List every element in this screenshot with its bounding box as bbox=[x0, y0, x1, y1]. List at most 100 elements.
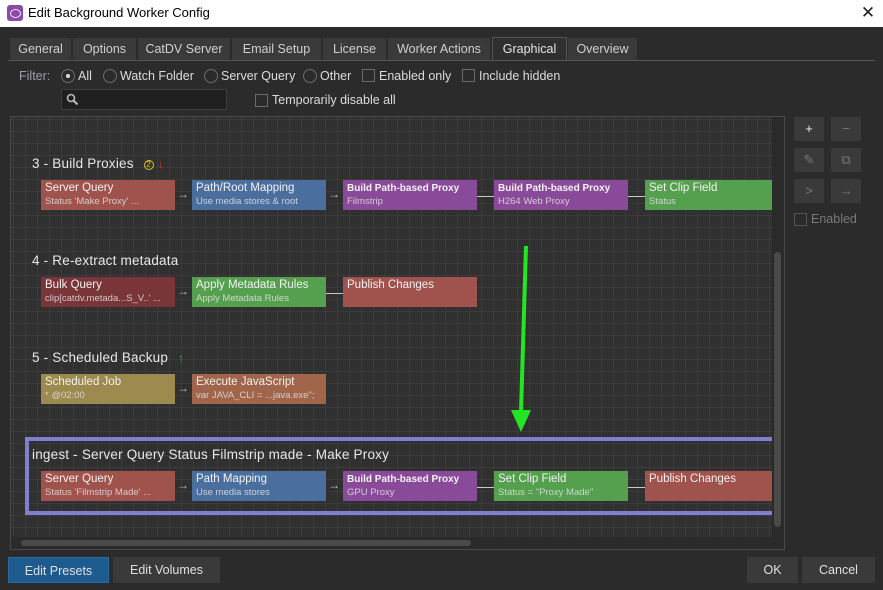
node-publish-changes[interactable]: Publish Changes bbox=[645, 471, 779, 501]
temporarily-disable-all-label[interactable]: Temporarily disable all bbox=[272, 93, 396, 107]
node-set-clip-field[interactable]: Set Clip Field Status bbox=[645, 180, 779, 210]
node-set-clip-field[interactable]: Set Clip Field Status = "Proxy Made" bbox=[494, 471, 628, 501]
workflow-title[interactable]: 4 - Re-extract metadata bbox=[32, 253, 178, 268]
search-input[interactable] bbox=[61, 89, 227, 110]
enabled-label: Enabled bbox=[811, 212, 857, 226]
node-path-root-mapping[interactable]: Path/Root Mapping Use media stores & roo… bbox=[192, 180, 326, 210]
filter-all-radio[interactable] bbox=[61, 69, 75, 83]
pencil-icon[interactable]: ✎ bbox=[794, 148, 824, 172]
edit-volumes-button[interactable]: Edit Volumes bbox=[113, 557, 220, 583]
node-bulk-query[interactable]: Bulk Query clip[catdv.metada...S_V..' ..… bbox=[41, 277, 175, 307]
ok-button[interactable]: OK bbox=[747, 557, 798, 583]
app-icon bbox=[7, 5, 23, 21]
connector-line bbox=[326, 293, 343, 294]
workflow-title[interactable]: 5 - Scheduled Backup ↑ bbox=[32, 350, 184, 365]
vertical-scroll-thumb[interactable] bbox=[774, 252, 781, 527]
node-title: Apply Metadata Rules bbox=[196, 279, 309, 291]
node-build-proxy-gpu[interactable]: Build Path-based Proxy GPU Proxy bbox=[343, 471, 477, 501]
node-title: Server Query bbox=[45, 473, 114, 485]
workflow-title[interactable]: ingest - Server Query Status Filmstrip m… bbox=[32, 447, 389, 462]
connector-line bbox=[477, 487, 494, 488]
workflow-canvas[interactable]: 3 - Build Proxies 2 ↓ Server Query Status … bbox=[10, 116, 785, 550]
minus-icon[interactable]: − bbox=[831, 117, 861, 141]
node-subtitle: Status 'Make Proxy' ... bbox=[45, 196, 139, 207]
workflow-title[interactable]: 3 - Build Proxies 2 ↓ bbox=[32, 156, 164, 171]
tab-overview[interactable]: Overview bbox=[568, 38, 638, 60]
node-publish-changes[interactable]: Publish Changes bbox=[343, 277, 477, 307]
node-subtitle: clip[catdv.metada...S_V..' ... bbox=[45, 293, 161, 304]
node-title: Publish Changes bbox=[649, 473, 736, 485]
tab-bar: General Options CatDV Server Email Setup… bbox=[0, 27, 883, 61]
window-title: Edit Background Worker Config bbox=[28, 5, 210, 20]
cancel-button[interactable]: Cancel bbox=[802, 557, 875, 583]
tab-graphical[interactable]: Graphical bbox=[492, 37, 567, 61]
filter-other-label[interactable]: Other bbox=[320, 69, 351, 83]
node-subtitle: Status = "Proxy Made" bbox=[498, 487, 594, 498]
filter-all-label[interactable]: All bbox=[78, 69, 92, 83]
node-title: Build Path-based Proxy bbox=[498, 183, 611, 194]
node-subtitle: GPU Proxy bbox=[347, 487, 395, 498]
tab-catdv-server[interactable]: CatDV Server bbox=[138, 38, 231, 60]
search-icon bbox=[66, 93, 79, 106]
node-subtitle: Status bbox=[649, 196, 676, 207]
node-title: Path/Root Mapping bbox=[196, 182, 295, 194]
node-title: Path Mapping bbox=[196, 473, 267, 485]
arrow-right-icon: → bbox=[177, 478, 189, 492]
node-title: Execute JavaScript bbox=[196, 376, 295, 388]
split-icon[interactable]: > bbox=[794, 179, 824, 203]
arrow-right-icon: → bbox=[328, 187, 340, 201]
horizontal-scrollbar[interactable] bbox=[11, 537, 784, 549]
vertical-scrollbar[interactable] bbox=[772, 117, 784, 537]
arrow-right-icon: → bbox=[177, 381, 189, 395]
tab-general[interactable]: General bbox=[10, 38, 72, 60]
node-execute-javascript[interactable]: Execute JavaScript var JAVA_CLI = ...jav… bbox=[192, 374, 326, 404]
include-hidden-label[interactable]: Include hidden bbox=[479, 69, 560, 83]
workflow-title-text: 4 - Re-extract metadata bbox=[32, 253, 179, 268]
tab-worker-actions[interactable]: Worker Actions bbox=[388, 38, 491, 60]
tab-email-setup[interactable]: Email Setup bbox=[232, 38, 322, 60]
horizontal-scroll-thumb[interactable] bbox=[21, 540, 471, 546]
workflow-title-text: ingest - Server Query Status Filmstrip m… bbox=[32, 447, 390, 462]
node-subtitle: Use media stores & root bbox=[196, 196, 298, 207]
node-title: Set Clip Field bbox=[498, 473, 567, 485]
temporarily-disable-all-checkbox[interactable] bbox=[255, 94, 268, 107]
filter-row: Filter: All Watch Folder Server Query Ot… bbox=[0, 66, 883, 86]
include-hidden-checkbox[interactable] bbox=[462, 69, 475, 82]
workflow-title-text: 3 - Build Proxies bbox=[32, 156, 134, 171]
filter-watch-folder-label[interactable]: Watch Folder bbox=[120, 69, 194, 83]
node-subtitle: Apply Metadata Rules bbox=[196, 293, 289, 304]
node-subtitle: Filmstrip bbox=[347, 196, 383, 207]
duplicate-icon[interactable]: ⧉ bbox=[831, 148, 861, 172]
enabled-only-label[interactable]: Enabled only bbox=[379, 69, 451, 83]
filter-server-query-label[interactable]: Server Query bbox=[221, 69, 295, 83]
node-apply-metadata-rules[interactable]: Apply Metadata Rules Apply Metadata Rule… bbox=[192, 277, 326, 307]
tab-license[interactable]: License bbox=[323, 38, 387, 60]
node-server-query[interactable]: Server Query Status 'Make Proxy' ... bbox=[41, 180, 175, 210]
node-subtitle: * @02:00 bbox=[45, 390, 85, 401]
node-build-proxy-h264[interactable]: Build Path-based Proxy H264 Web Proxy bbox=[494, 180, 628, 210]
node-server-query[interactable]: Server Query Status 'Filmstrip Made' ... bbox=[41, 471, 175, 501]
plus-icon[interactable]: + bbox=[794, 117, 824, 141]
tab-options[interactable]: Options bbox=[73, 38, 137, 60]
tab-divider bbox=[8, 60, 875, 61]
node-build-proxy-filmstrip[interactable]: Build Path-based Proxy Filmstrip bbox=[343, 180, 477, 210]
close-icon[interactable]: ✕ bbox=[853, 0, 883, 27]
filter-other-radio[interactable] bbox=[303, 69, 317, 83]
node-title: Publish Changes bbox=[347, 279, 434, 291]
edit-presets-button[interactable]: Edit Presets bbox=[8, 557, 109, 583]
node-path-mapping[interactable]: Path Mapping Use media stores bbox=[192, 471, 326, 501]
filter-server-query-radio[interactable] bbox=[204, 69, 218, 83]
arrow-right-icon: → bbox=[177, 187, 189, 201]
annotation-arrow-icon bbox=[511, 245, 531, 432]
enabled-checkbox[interactable] bbox=[794, 213, 807, 226]
priority-down-icon: ↓ bbox=[157, 157, 164, 171]
node-subtitle: Use media stores bbox=[196, 487, 270, 498]
node-subtitle: Status 'Filmstrip Made' ... bbox=[45, 487, 152, 498]
node-title: Build Path-based Proxy bbox=[347, 474, 460, 485]
count-badge: 2 bbox=[143, 160, 154, 170]
enabled-only-checkbox[interactable] bbox=[362, 69, 375, 82]
connect-icon[interactable]: → bbox=[831, 179, 861, 203]
workflow-title-text: 5 - Scheduled Backup bbox=[32, 350, 169, 365]
filter-watch-folder-radio[interactable] bbox=[103, 69, 117, 83]
node-scheduled-job[interactable]: Scheduled Job * @02:00 bbox=[41, 374, 175, 404]
